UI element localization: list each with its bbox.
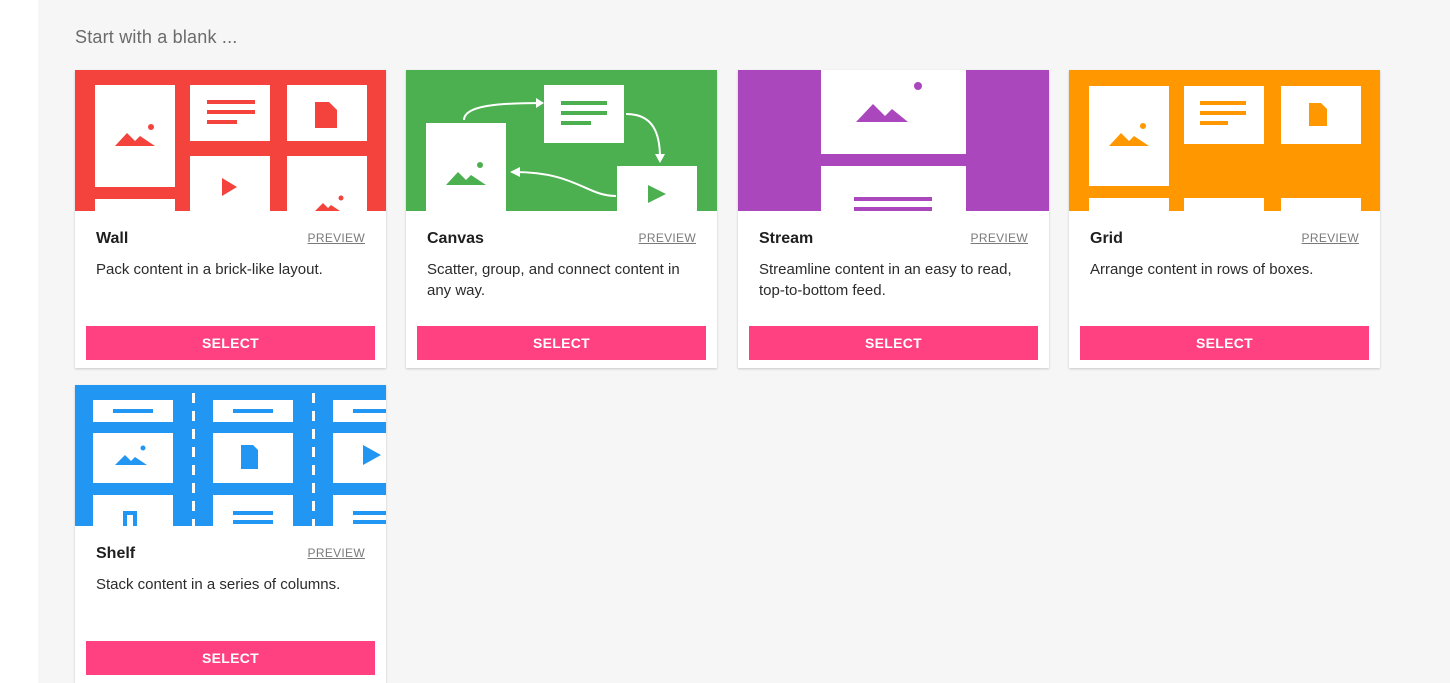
select-button[interactable]: SELECT (86, 641, 375, 675)
shelf-layout-icon (75, 385, 386, 526)
card-title: Wall (96, 230, 129, 247)
preview-link[interactable]: PREVIEW (308, 231, 365, 245)
canvas-layout-icon (406, 70, 717, 211)
select-button[interactable]: SELECT (1080, 326, 1369, 360)
card-title: Stream (759, 230, 814, 247)
select-button[interactable]: SELECT (417, 326, 706, 360)
page-heading: Start with a blank ... (75, 27, 238, 47)
select-button[interactable]: SELECT (86, 326, 375, 360)
preview-link[interactable]: PREVIEW (639, 231, 696, 245)
card-description: Pack content in a brick-like layout. (96, 261, 323, 278)
card-description: Stack content in a series of columns. (96, 576, 341, 593)
card-title: Grid (1090, 230, 1123, 247)
card-canvas: Canvas PREVIEW Scatter, group, and conne… (406, 70, 717, 368)
select-button[interactable]: SELECT (749, 326, 1038, 360)
card-grid: Grid PREVIEW Arrange content in rows of … (1069, 70, 1380, 368)
card-wall: Wall PREVIEW Pack content in a brick-lik… (75, 70, 386, 368)
card-stream: Stream PREVIEW Streamline content in an … (738, 70, 1049, 368)
card-title: Shelf (96, 545, 136, 562)
card-description: Streamline content in an easy to read, t… (759, 261, 1012, 299)
grid-layout-icon (1069, 70, 1380, 211)
preview-link[interactable]: PREVIEW (971, 231, 1028, 245)
card-description: Scatter, group, and connect content in a… (427, 261, 680, 299)
wall-layout-icon (75, 70, 386, 211)
card-title: Canvas (427, 230, 484, 247)
card-description: Arrange content in rows of boxes. (1090, 261, 1314, 278)
stream-layout-icon (738, 70, 1049, 211)
card-shelf: Shelf PREVIEW Stack content in a series … (75, 385, 386, 683)
page-background: Start with a blank ... Wall PREVIEW Pack… (38, 0, 1450, 683)
preview-link[interactable]: PREVIEW (308, 546, 365, 560)
preview-link[interactable]: PREVIEW (1302, 231, 1359, 245)
